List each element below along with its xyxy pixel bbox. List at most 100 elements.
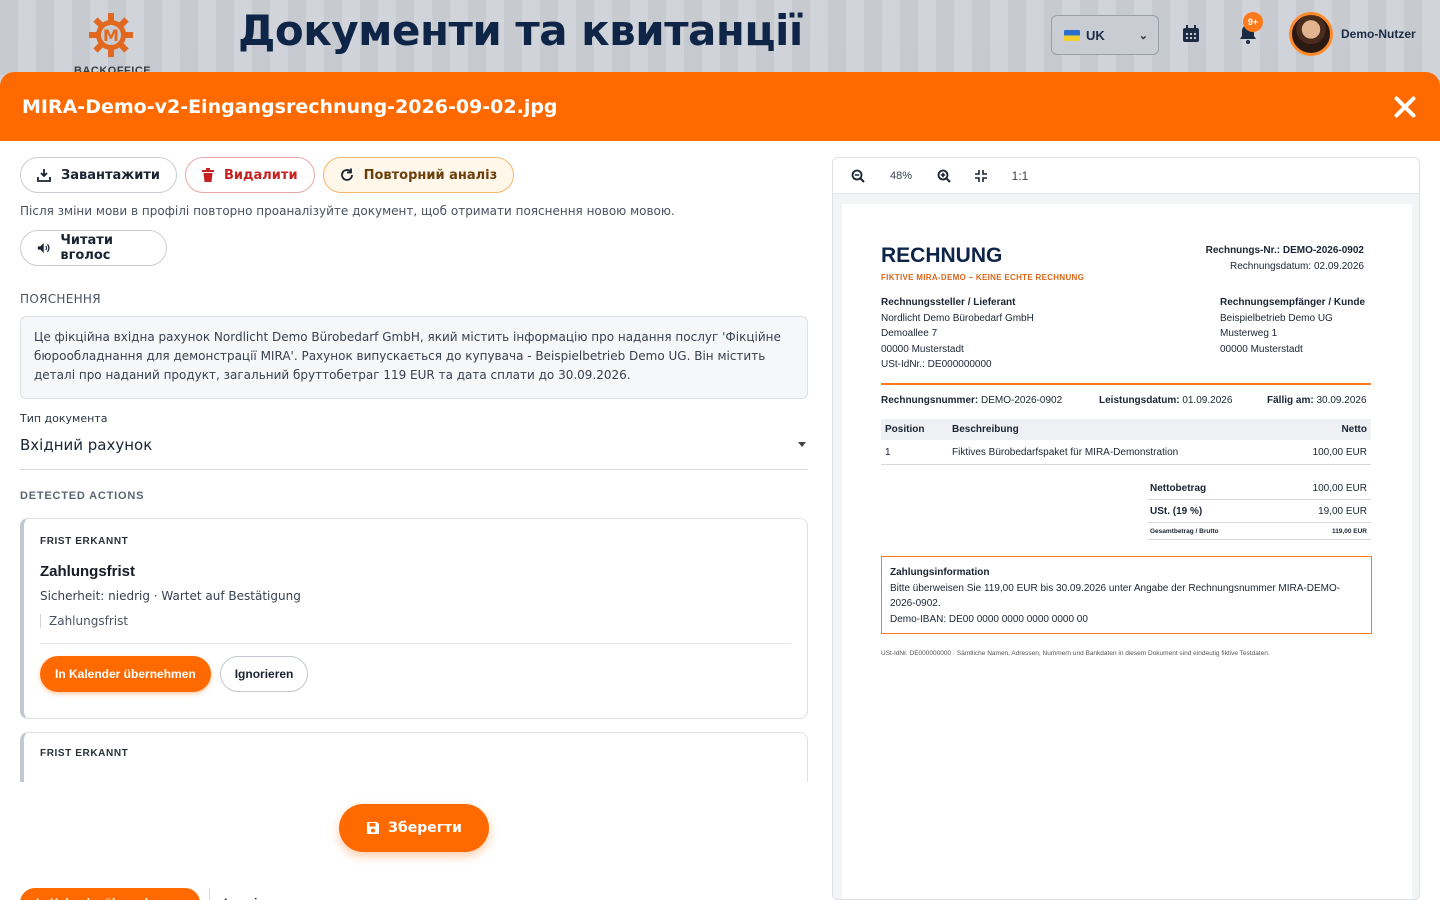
meta-label: Rechnungsnummer: bbox=[881, 395, 979, 406]
seller-block: Rechnungssteller / Lieferant Nordlicht D… bbox=[881, 295, 1034, 373]
divider bbox=[40, 643, 791, 644]
seller-line: USt-IdNr.: DE000000000 bbox=[881, 359, 992, 371]
totals-row: USt. (19 %) 19,00 EUR bbox=[1148, 499, 1371, 523]
page-title: Документи та квитанції bbox=[238, 6, 803, 55]
action-card: FRIST ERKANNT Zahlungsfrist Sicherheit: … bbox=[20, 518, 808, 719]
action-tag: FRIST ERKANNT bbox=[40, 748, 129, 759]
download-label: Завантажити bbox=[61, 167, 160, 183]
totals-value: 100,00 EUR bbox=[1271, 477, 1371, 500]
totals-row: Nettobetrag 100,00 EUR bbox=[1148, 477, 1371, 500]
action-buttons-peek: In Kalender übernehmen Ignorieren bbox=[20, 888, 297, 900]
doc-type-value: Вхідний рахунок bbox=[20, 436, 153, 454]
language-select[interactable]: UK ⌄ bbox=[1051, 15, 1159, 55]
zoom-level: 48% bbox=[889, 169, 913, 182]
invoice-page: RECHNUNG FIKTIVE MIRA-DEMO – KEINE ECHTE… bbox=[842, 204, 1412, 899]
invoice-subtitle: FIKTIVE MIRA-DEMO – KEINE ECHTE RECHNUNG bbox=[881, 273, 1085, 282]
fit-screen-icon[interactable] bbox=[953, 158, 1009, 194]
totals-value: 19,00 EUR bbox=[1271, 499, 1371, 523]
avatar[interactable] bbox=[1289, 12, 1333, 56]
meta-service-date: Leistungsdatum: 01.09.2026 bbox=[1099, 395, 1232, 406]
add-to-calendar-button[interactable]: In Kalender übernehmen bbox=[20, 888, 200, 900]
column-header: Beschreibung bbox=[948, 419, 1282, 440]
read-aloud-label: Читати вголос bbox=[60, 233, 113, 263]
table-cell: 100,00 EUR bbox=[1281, 440, 1371, 465]
delete-button[interactable]: Видалити bbox=[185, 157, 315, 193]
line-items-table: Position Beschreibung Netto 1 Fiktives B… bbox=[881, 419, 1371, 465]
ignore-button[interactable]: Ignorieren bbox=[219, 656, 309, 692]
document-actions: Завантажити Видалити Повторний аналіз bbox=[20, 157, 808, 193]
meta-due-date: Fällig am: 30.09.2026 bbox=[1267, 395, 1367, 406]
reanalyze-note: Після зміни мови в профілі повторно проа… bbox=[20, 204, 675, 218]
refresh-icon bbox=[340, 168, 353, 181]
meta-value: 30.09.2026 bbox=[1316, 395, 1367, 406]
save-button[interactable]: Зберегти bbox=[339, 804, 489, 852]
seller-line: 00000 Musterstadt bbox=[881, 343, 964, 355]
payment-text: Bitte überweisen Sie 119,00 EUR bis 30.0… bbox=[890, 582, 1341, 610]
user-name[interactable]: Demo-Nutzer bbox=[1341, 27, 1416, 41]
floppy-disk-icon bbox=[367, 822, 379, 834]
table-header-row: Position Beschreibung Netto bbox=[881, 419, 1371, 440]
close-icon[interactable] bbox=[1392, 94, 1418, 120]
document-viewer: 48% 1:1 RECHNUNG FIKTIVE MIRA-DEMO – KEI… bbox=[832, 157, 1420, 900]
caret-down-icon bbox=[798, 442, 806, 447]
speaker-icon bbox=[37, 242, 50, 254]
divider bbox=[881, 383, 1371, 385]
invoice-footer: USt-IdNr. DE000000000 · Sämtliche Namen,… bbox=[881, 650, 1270, 657]
meta-label: Leistungsdatum: bbox=[1099, 395, 1180, 406]
table-row: 1 Fiktives Bürobedarfspaket für MIRA-Dem… bbox=[881, 440, 1371, 465]
totals-label: Nettobetrag bbox=[1148, 477, 1272, 500]
ignore-button[interactable]: Ignorieren bbox=[209, 888, 297, 900]
detected-actions-heading: DETECTED ACTIONS bbox=[20, 490, 145, 502]
table-cell: Fiktives Bürobedarfspaket für MIRA-Demon… bbox=[948, 440, 1282, 465]
action-meta: Sicherheit: niedrig · Wartet auf Bestäti… bbox=[40, 589, 301, 603]
totals-row: Gesamtbetrag / Brutto 119,00 EUR bbox=[1148, 522, 1371, 540]
column-header: Position bbox=[881, 419, 948, 440]
language-value: UK bbox=[1086, 27, 1105, 43]
buyer-heading: Rechnungsempfänger / Kunde bbox=[1220, 297, 1366, 308]
seller-line: Nordlicht Demo Bürobedarf GmbH bbox=[881, 312, 1034, 324]
table-cell: 1 bbox=[881, 440, 948, 465]
explanation-text: Це фікційна вхідна рахунок Nordlicht Dem… bbox=[20, 316, 808, 399]
invoice-title: RECHNUNG bbox=[881, 244, 1003, 267]
action-quote: Zahlungsfrist bbox=[40, 614, 791, 628]
doc-type-select[interactable]: Вхідний рахунок bbox=[20, 436, 808, 470]
invoice-number: DEMO-2026-0902 bbox=[1282, 245, 1364, 256]
payment-heading: Zahlungsinformation bbox=[890, 567, 990, 578]
calendar-icon[interactable] bbox=[1179, 22, 1203, 46]
explanation-heading: ПОЯСНЕННЯ bbox=[20, 292, 101, 306]
invoice-number-label: Rechnungs-Nr.: bbox=[1205, 245, 1281, 256]
trash-icon bbox=[202, 168, 214, 182]
add-to-calendar-button[interactable]: In Kalender übernehmen bbox=[40, 656, 211, 692]
notification-badge: 9+ bbox=[1243, 12, 1263, 32]
seller-line: Demoallee 7 bbox=[881, 328, 938, 340]
invoice-date: Rechnungsdatum: 02.09.2026 bbox=[1230, 261, 1364, 272]
reanalyze-label: Повторний аналіз bbox=[363, 167, 498, 183]
zoom-in-icon[interactable] bbox=[935, 158, 953, 194]
seller-heading: Rechnungssteller / Lieferant bbox=[881, 297, 1016, 308]
doc-type-label: Тип документа bbox=[20, 412, 108, 425]
modal-title: MIRA-Demo-v2-Eingangsrechnung-2026-09-02… bbox=[22, 95, 558, 118]
delete-label: Видалити bbox=[224, 167, 298, 183]
download-button[interactable]: Завантажити bbox=[20, 157, 177, 193]
action-buttons: In Kalender übernehmen Ignorieren bbox=[40, 656, 791, 692]
download-icon bbox=[37, 169, 51, 182]
gear-logo-icon: M bbox=[89, 13, 133, 57]
invoice-number-line: Rechnungs-Nr.: DEMO-2026-0902 bbox=[1206, 245, 1364, 256]
reset-zoom-button[interactable]: 1:1 bbox=[1009, 158, 1031, 194]
totals-label: Gesamtbetrag / Brutto bbox=[1148, 522, 1272, 540]
payment-info-box: Zahlungsinformation Bitte überweisen Sie… bbox=[881, 556, 1372, 634]
reanalyze-button[interactable]: Повторний аналіз bbox=[322, 157, 515, 193]
zoom-out-icon[interactable] bbox=[849, 158, 867, 194]
viewer-toolbar: 48% 1:1 bbox=[833, 158, 1419, 194]
meta-label: Fällig am: bbox=[1267, 395, 1314, 406]
payment-iban: Demo-IBAN: DE00 0000 0000 0000 0000 00 bbox=[890, 613, 1088, 625]
read-aloud-button[interactable]: Читати вголос bbox=[20, 230, 167, 266]
totals-label: USt. (19 %) bbox=[1148, 499, 1272, 523]
svg-text:M: M bbox=[103, 26, 119, 45]
buyer-line: Beispielbetrieb Demo UG bbox=[1220, 312, 1333, 324]
buyer-block: Rechnungsempfänger / Kunde Beispielbetri… bbox=[1220, 295, 1365, 357]
chevron-down-icon: ⌄ bbox=[1138, 29, 1148, 42]
document-details-panel: Завантажити Видалити Повторний аналіз Пі… bbox=[20, 157, 808, 900]
totals-table: Nettobetrag 100,00 EUR USt. (19 %) 19,00 E… bbox=[1148, 477, 1371, 540]
totals-value: 119,00 EUR bbox=[1271, 522, 1371, 540]
